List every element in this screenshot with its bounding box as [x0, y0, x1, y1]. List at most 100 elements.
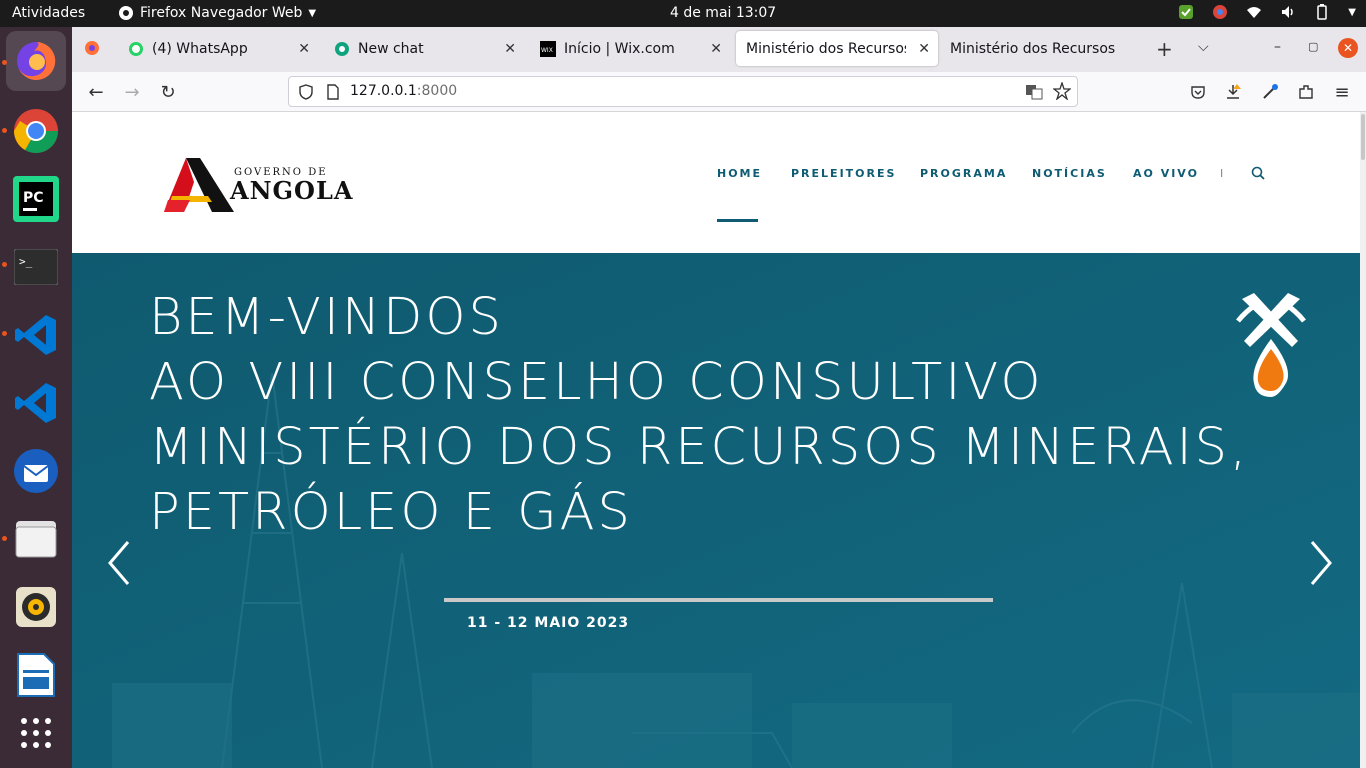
nav-preleitores[interactable]: PRELEITORES: [791, 167, 896, 180]
update-icon: [1179, 5, 1194, 19]
close-icon[interactable]: ✕: [504, 41, 516, 57]
maximize-button[interactable]: ▢: [1308, 40, 1318, 53]
hero-title-line: BEM-VINDOS: [149, 288, 504, 347]
firefox-view-button[interactable]: [84, 40, 100, 60]
tab-label: Início | Wix.com: [564, 40, 675, 57]
url-bar[interactable]: 127.0.0.1:8000: [288, 76, 1078, 107]
tab-new-chat[interactable]: New chat ✕: [324, 31, 524, 66]
reload-button[interactable]: ↻: [156, 80, 180, 104]
nav-programa[interactable]: PROGRAMA: [920, 167, 1007, 180]
svg-text:>_: >_: [19, 255, 33, 268]
ministry-emblem-icon: [1236, 293, 1306, 397]
chrome-indicator-icon: [1213, 5, 1228, 19]
arrow-left-icon: ←: [88, 81, 104, 103]
clock[interactable]: 4 de mai 13:07: [670, 5, 776, 21]
close-icon[interactable]: ✕: [918, 41, 930, 57]
running-indicator: [2, 536, 7, 541]
scrollbar-thumb[interactable]: [1361, 114, 1365, 160]
system-tray[interactable]: ▼: [1178, 4, 1356, 20]
site-header: GOVERNO DE ANGOLA HOME PRELEITORES PROGR…: [72, 112, 1366, 253]
chevron-right-icon[interactable]: [1306, 538, 1336, 588]
wix-icon: WIX: [540, 40, 556, 57]
chevron-left-icon[interactable]: [104, 538, 134, 588]
tab-label: (4) WhatsApp: [152, 40, 248, 57]
dock-thunderbird[interactable]: [6, 441, 66, 501]
page-scrollbar[interactable]: [1360, 112, 1366, 768]
tab-whatsapp[interactable]: (4) WhatsApp ✕: [118, 31, 318, 66]
download-icon: [1227, 84, 1241, 99]
puzzle-icon: [1299, 85, 1313, 99]
tab-ministerio-active[interactable]: Ministério dos Recursos M ✕: [736, 31, 938, 66]
site-logo[interactable]: GOVERNO DE ANGOLA: [164, 156, 364, 214]
hero-date: 11 - 12 MAIO 2023: [467, 615, 630, 631]
new-tab-button[interactable]: +: [1156, 37, 1173, 61]
firefox-icon: [85, 41, 99, 55]
app-menu[interactable]: Firefox Navegador Web ▼: [118, 5, 316, 21]
battery-icon: [1317, 4, 1328, 20]
dock-chrome[interactable]: [6, 101, 66, 161]
chevron-down-icon: ▼: [308, 7, 317, 19]
web-page: GOVERNO DE ANGOLA HOME PRELEITORES PROGR…: [72, 112, 1366, 768]
search-icon[interactable]: [1251, 166, 1265, 180]
firefox-icon: [17, 41, 56, 80]
chrome-icon: [14, 109, 58, 153]
color-picker-icon: [1263, 84, 1278, 99]
url-host: 127.0.0.1: [350, 83, 417, 99]
hero-divider: [444, 598, 993, 602]
dock-rhythmbox[interactable]: [6, 577, 66, 637]
hamburger-icon: ≡: [1334, 81, 1350, 103]
nav-ao-vivo[interactable]: AO VIVO: [1133, 167, 1199, 180]
extension-button[interactable]: [1258, 80, 1282, 104]
vscode-icon: [15, 315, 56, 355]
hero-title: BEM-VINDOS AO VIII CONSELHO CONSULTIVO M…: [149, 285, 1249, 545]
activities-button[interactable]: Atividades: [12, 5, 85, 21]
running-indicator: [2, 128, 7, 133]
list-tabs-chevron-icon[interactable]: ⌵: [1198, 39, 1209, 55]
dock-terminal[interactable]: >_: [6, 237, 66, 297]
dock-firefox[interactable]: [6, 31, 66, 91]
nav-home[interactable]: HOME: [717, 167, 762, 180]
navigation-toolbar: ← → ↻ 127.0.0.1:8000 ≡: [72, 72, 1366, 112]
nav-noticias[interactable]: NOTÍCIAS: [1032, 167, 1107, 180]
hero-title-line: AO VIII CONSELHO CONSULTIVO: [149, 353, 1044, 412]
pocket-button[interactable]: [1186, 80, 1210, 104]
running-indicator: [2, 331, 7, 336]
dock-show-apps[interactable]: [6, 703, 66, 763]
dock-vscode-2[interactable]: [6, 373, 66, 433]
menu-button[interactable]: ≡: [1330, 80, 1354, 104]
dock: PC >_: [0, 27, 72, 768]
dock-files[interactable]: [6, 509, 66, 569]
hero-banner: BEM-VINDOS AO VIII CONSELHO CONSULTIVO M…: [72, 253, 1366, 768]
extensions-button[interactable]: [1294, 80, 1318, 104]
system-top-bar: Atividades Firefox Navegador Web ▼ 4 de …: [0, 0, 1366, 27]
tab-label: Ministério dos Recursos M: [746, 40, 906, 57]
running-indicator: [2, 262, 7, 267]
files-icon: [15, 521, 57, 558]
close-icon[interactable]: ✕: [298, 41, 310, 57]
dock-vscode[interactable]: [6, 305, 66, 365]
close-window-button[interactable]: ✕: [1338, 38, 1358, 58]
back-button[interactable]: ←: [84, 80, 108, 104]
whatsapp-icon: [129, 41, 143, 56]
url-port: :8000: [416, 83, 458, 99]
close-icon[interactable]: ✕: [710, 41, 722, 57]
logo-main-text: ANGOLA: [230, 176, 354, 205]
forward-button[interactable]: →: [120, 80, 144, 104]
nav-active-underline: [717, 219, 758, 222]
downloads-button[interactable]: [1222, 80, 1246, 104]
openai-icon: [335, 41, 349, 56]
firefox-icon: [119, 6, 133, 20]
tab-ministerio[interactable]: Ministério dos Recursos M: [940, 31, 1140, 66]
bookmark-star-icon[interactable]: [1053, 82, 1071, 100]
minimize-button[interactable]: –: [1274, 39, 1281, 55]
dock-pycharm[interactable]: PC: [6, 169, 66, 229]
svg-text:WIX: WIX: [541, 47, 553, 54]
libreoffice-writer-icon: [17, 653, 55, 697]
translate-icon[interactable]: [1025, 83, 1043, 101]
dock-writer[interactable]: [6, 645, 66, 705]
nav-separator: I: [1220, 167, 1226, 180]
chevron-down-icon: ▼: [1348, 6, 1356, 18]
tab-label: Ministério dos Recursos M: [950, 40, 1120, 57]
arrow-right-icon: →: [124, 81, 140, 103]
tab-wix[interactable]: WIX Início | Wix.com ✕: [530, 31, 730, 66]
